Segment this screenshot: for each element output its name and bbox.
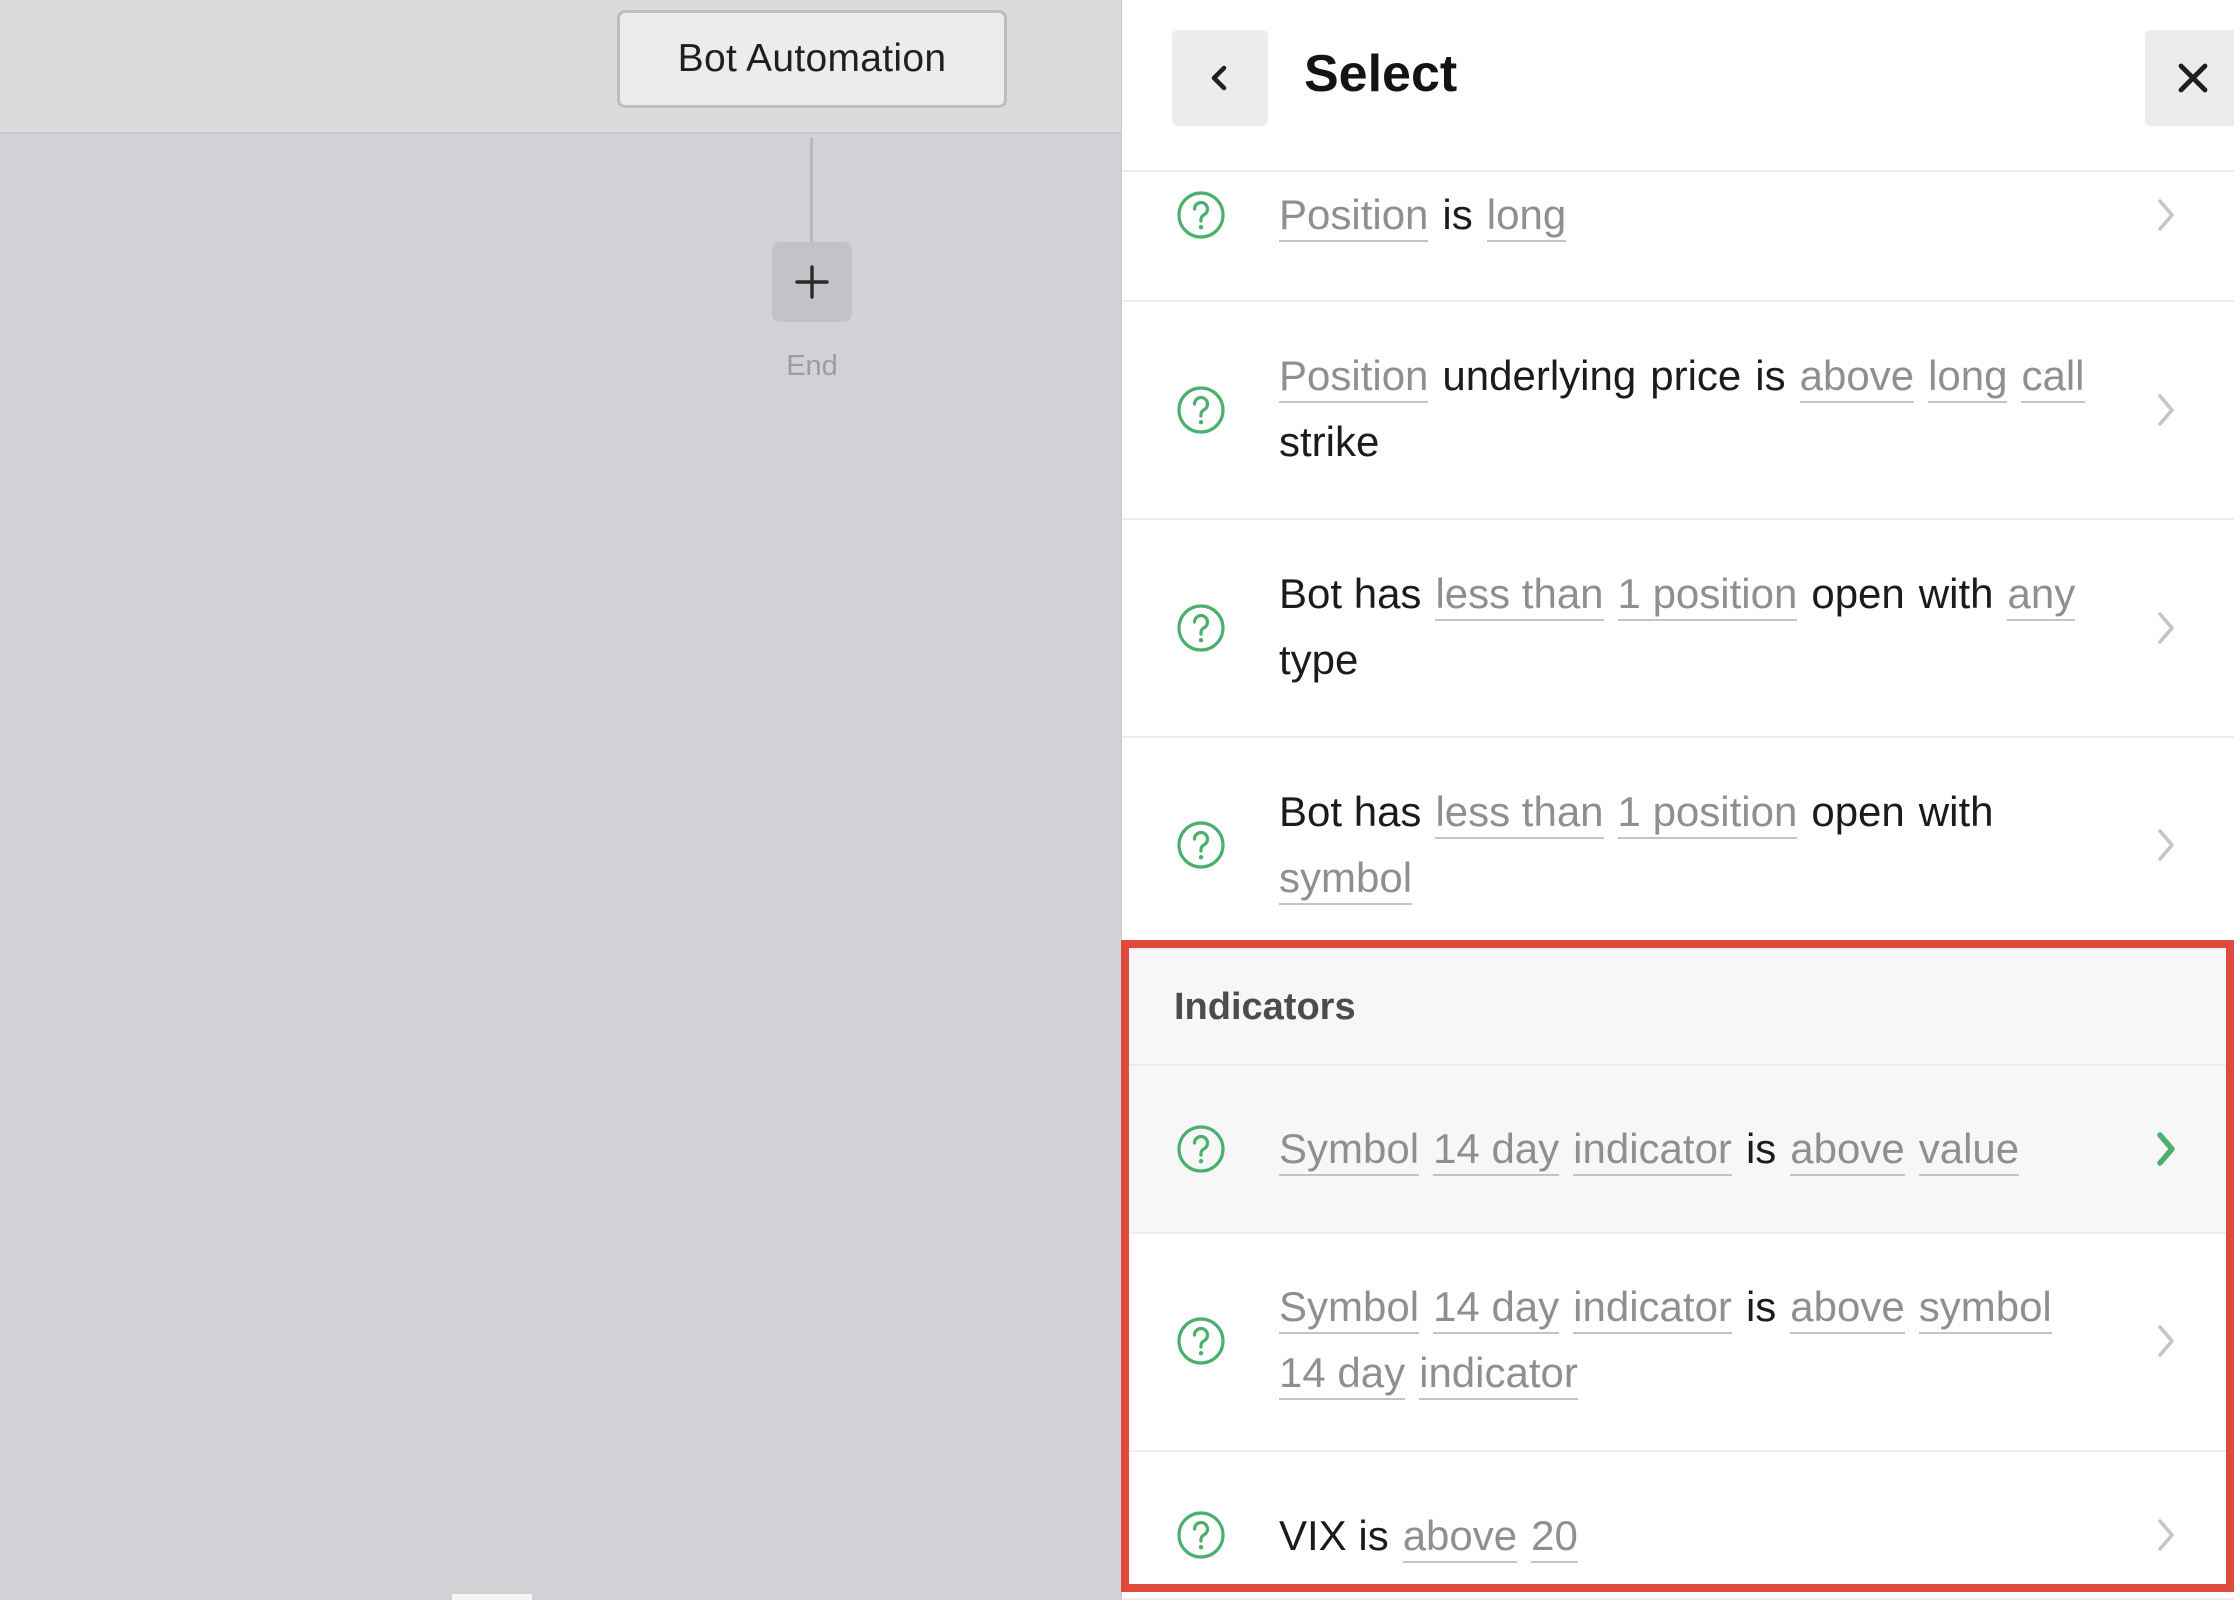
condition-value-token[interactable]: Position bbox=[1279, 351, 1429, 403]
condition-text: Symbol 14 day indicator is above symbol14 day… bbox=[1279, 1274, 2119, 1406]
condition-value-token[interactable]: indicator bbox=[1573, 1282, 1732, 1334]
condition-value-token[interactable]: Symbol bbox=[1279, 1124, 1420, 1176]
condition-list-item[interactable]: Bot has less than 1 position open with symbol bbox=[1122, 738, 2234, 950]
condition-list-item[interactable]: Bot has less than 1 position open with any typ… bbox=[1122, 520, 2234, 738]
condition-value-token[interactable]: value bbox=[1918, 1124, 2020, 1176]
condition-value-token[interactable]: above bbox=[1790, 1124, 1905, 1176]
condition-value-token[interactable]: above bbox=[1402, 1511, 1518, 1563]
chevron-right-icon bbox=[2158, 1519, 2174, 1551]
bot-automation-node[interactable]: Bot Automation bbox=[617, 10, 1007, 108]
condition-list-item[interactable]: Symbol 14 day indicator is above value bbox=[1122, 1066, 2234, 1234]
condition-value-token[interactable]: long bbox=[1928, 351, 2008, 403]
condition-value-token[interactable]: above bbox=[1799, 351, 1915, 403]
select-panel: Select Position is long Position underlying p… bbox=[1121, 0, 2234, 1600]
condition-text: Bot has less than 1 position open with any typ… bbox=[1279, 561, 2119, 693]
condition-word: VIX is bbox=[1279, 1512, 1389, 1559]
chevron-left-icon bbox=[1211, 65, 1227, 91]
condition-value-token[interactable]: 14 day bbox=[1433, 1282, 1560, 1334]
chevron-right-icon bbox=[2158, 1325, 2174, 1357]
condition-word: with bbox=[1918, 570, 1994, 617]
question-circle-icon bbox=[1177, 1511, 1225, 1559]
condition-value-token[interactable]: Symbol bbox=[1279, 1282, 1420, 1334]
question-circle-icon bbox=[1177, 1317, 1225, 1365]
condition-value-token[interactable]: call bbox=[2021, 351, 2085, 403]
plus-icon bbox=[795, 265, 829, 299]
condition-word: is bbox=[1442, 191, 1473, 238]
section-title-indicators: Indicators bbox=[1174, 986, 1356, 1028]
condition-text: Symbol 14 day indicator is above value bbox=[1279, 1116, 2119, 1182]
condition-word: open bbox=[1811, 570, 1905, 617]
condition-value-token[interactable]: indicator bbox=[1419, 1348, 1578, 1400]
condition-text: Bot has less than 1 position open with symbol bbox=[1279, 779, 2119, 911]
condition-list-item[interactable]: Symbol 14 day indicator is above symbol14 day… bbox=[1122, 1234, 2234, 1452]
chevron-right-icon bbox=[2158, 829, 2174, 861]
condition-value-token[interactable]: 1 position bbox=[1617, 787, 1798, 839]
condition-value-token[interactable]: symbol bbox=[1918, 1282, 2052, 1334]
condition-word: type bbox=[1279, 636, 1359, 683]
flow-connector-line bbox=[810, 138, 813, 242]
condition-value-token[interactable]: 20 bbox=[1531, 1511, 1578, 1563]
close-button[interactable] bbox=[2145, 30, 2234, 126]
canvas-scrollbar[interactable] bbox=[452, 1594, 532, 1600]
condition-text: VIX is above 20 bbox=[1279, 1503, 2119, 1569]
condition-value-token[interactable]: Position bbox=[1279, 190, 1429, 242]
condition-value-token[interactable]: 14 day bbox=[1433, 1124, 1560, 1176]
condition-word: is bbox=[1755, 352, 1786, 399]
condition-word: Bot has bbox=[1279, 570, 1422, 617]
chevron-right-icon bbox=[2158, 199, 2174, 231]
end-label: End bbox=[786, 350, 838, 382]
condition-value-token[interactable]: any bbox=[2007, 569, 2076, 621]
condition-list-item[interactable]: Position underlying price is above long call st… bbox=[1122, 302, 2234, 520]
condition-value-token[interactable]: indicator bbox=[1573, 1124, 1732, 1176]
condition-value-token[interactable]: symbol bbox=[1279, 853, 1413, 905]
condition-word: price bbox=[1650, 352, 1742, 399]
condition-value-token[interactable]: 14 day bbox=[1279, 1348, 1406, 1400]
condition-word: Bot has bbox=[1279, 788, 1422, 835]
condition-list-item[interactable]: VIX is above 20 bbox=[1122, 1452, 2234, 1600]
condition-word: strike bbox=[1279, 418, 1380, 465]
back-button[interactable] bbox=[1172, 30, 1268, 126]
chevron-right-icon bbox=[2158, 612, 2174, 644]
condition-word: is bbox=[1745, 1125, 1777, 1172]
question-circle-icon bbox=[1177, 191, 1225, 239]
question-circle-icon bbox=[1177, 386, 1225, 434]
condition-word: underlying bbox=[1442, 352, 1637, 399]
chevron-right-icon bbox=[2157, 1132, 2175, 1166]
indicators-section-header: Indicators bbox=[1122, 950, 2234, 1066]
condition-value-token[interactable]: above bbox=[1790, 1282, 1905, 1334]
condition-text: Position is long bbox=[1279, 182, 2119, 248]
condition-word: is bbox=[1745, 1283, 1777, 1330]
condition-list-item[interactable]: Position is long bbox=[1122, 172, 2234, 302]
condition-value-token[interactable]: less than bbox=[1435, 569, 1604, 621]
panel-header: Select bbox=[1122, 0, 2234, 172]
condition-word: with bbox=[1918, 788, 1994, 835]
chevron-right-icon bbox=[2158, 394, 2174, 426]
condition-value-token[interactable]: long bbox=[1486, 190, 1567, 242]
panel-title: Select bbox=[1304, 45, 1458, 103]
condition-text: Position underlying price is above long call st… bbox=[1279, 343, 2119, 475]
question-circle-icon bbox=[1177, 821, 1225, 869]
condition-value-token[interactable]: less than bbox=[1435, 787, 1604, 839]
question-circle-icon bbox=[1177, 604, 1225, 652]
add-step-button[interactable] bbox=[772, 242, 852, 322]
condition-word: open bbox=[1811, 788, 1905, 835]
close-icon bbox=[2178, 63, 2208, 93]
question-circle-icon bbox=[1177, 1125, 1225, 1173]
automation-canvas: Bot Automation End bbox=[0, 0, 1121, 1600]
condition-value-token[interactable]: 1 position bbox=[1617, 569, 1798, 621]
